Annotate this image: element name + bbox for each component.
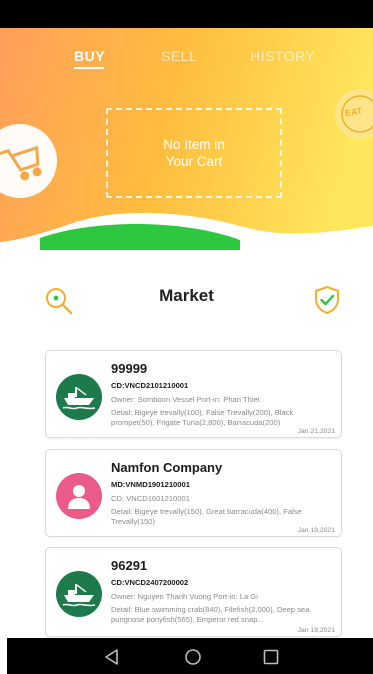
tab-sell[interactable]: SELL [161, 48, 197, 64]
verified-shield-icon[interactable] [313, 285, 341, 315]
tab-buy[interactable]: BUY [74, 48, 105, 64]
card-owner: Owner: Nguyen Thanh Vuong Port-in: La Gi [111, 592, 258, 601]
card-title: Namfon Company [111, 460, 223, 475]
card-title: 96291 [111, 558, 148, 573]
ship-avatar [56, 374, 102, 420]
card-date: Jan 19,2021 [297, 527, 335, 534]
card-detail: Detail: Bigeye trevally(100), False Trev… [111, 408, 294, 427]
android-nav-bar [7, 638, 373, 674]
card-date: Jan 21,2021 [297, 428, 335, 435]
person-icon [68, 485, 90, 509]
market-card[interactable]: 99999 CD:VNCD2101210001 Owner: Somboon V… [45, 350, 342, 438]
card-detail: Detail: Blue swimming crab(840), Filefis… [111, 605, 310, 624]
tab-history[interactable]: HISTORY [250, 48, 315, 64]
empty-cart-line1: No Item in [163, 137, 225, 152]
market-card[interactable]: Namfon Company MD:VNMD1901210001 CD: VNC… [45, 449, 342, 537]
card-owner: CD: VNCD1601210001 [111, 494, 190, 503]
card-code: CD:VNCD2101210001 [111, 381, 189, 390]
market-card[interactable]: 96291 CD:VNCD2407200002 Owner: Nguyen Th… [45, 547, 342, 637]
market-bar: Market [0, 282, 373, 315]
tab-active-indicator [74, 67, 104, 69]
card-code: CD:VNCD2407200002 [111, 578, 189, 587]
card-owner: Owner: Somboon Vessel Port-in: Phan Thie… [111, 395, 260, 404]
card-code: MD:VNMD1901210001 [111, 480, 190, 489]
status-bar [0, 0, 373, 28]
ship-avatar [56, 571, 102, 617]
back-icon[interactable] [103, 648, 121, 666]
ship-icon [62, 584, 96, 607]
header-banner: BUY SELL HISTORY No Item in Your Cart EA… [0, 28, 373, 250]
ship-icon [62, 387, 96, 410]
empty-cart-box: No Item in Your Cart [106, 108, 282, 198]
tab-bar: BUY SELL HISTORY [0, 48, 373, 72]
recents-icon[interactable] [262, 648, 280, 666]
card-detail: Detail: Bigeye trevally(150), Great barr… [111, 507, 302, 526]
person-avatar [56, 473, 102, 519]
empty-cart-line2: Your Cart [165, 154, 223, 169]
card-date: Jan 18,2021 [297, 627, 335, 634]
home-icon[interactable] [184, 648, 202, 666]
card-title: 99999 [111, 361, 148, 376]
